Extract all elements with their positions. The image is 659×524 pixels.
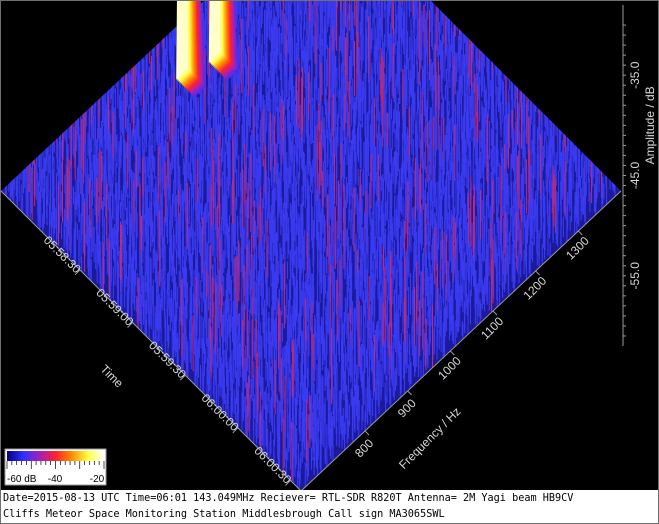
- spectrogram-window: 05:58:30 05:59:00 05:59:30 06:00:00 06:00:30…: [0, 0, 659, 524]
- noise-floor: [1, 1, 621, 490]
- color-scale-label: -60 dB: [7, 474, 37, 485]
- color-scale-label: -40: [48, 474, 63, 485]
- frequency-tick: [407, 390, 413, 396]
- amplitude-tick-label: -55.0: [628, 262, 642, 290]
- spectrogram-plot: 05:58:30 05:59:00 05:59:30 06:00:00 06:00:30…: [1, 1, 658, 490]
- amplitude-axis-title: Amplitude / dB: [643, 86, 657, 164]
- caption: Date=2015-08-13 UTC Time=06:01 143.049MH…: [3, 491, 658, 523]
- amplitude-tick-label: -45.0: [628, 162, 642, 190]
- meteor-slice: [208, 1, 221, 63]
- waterfall-chart: 05:58:3005:59:0005:59:3006:00:0006:00:30…: [1, 1, 657, 490]
- caption-line-1: Date=2015-08-13 UTC Time=06:01 143.049MH…: [3, 493, 574, 504]
- color-scale-label: -20: [90, 474, 105, 485]
- caption-line-2: Cliffs Meteor Space Monitoring Station M…: [3, 509, 445, 520]
- amplitude-tick-label: -35.0: [628, 61, 642, 89]
- color-scale: -60 dB -40 -20: [4, 448, 107, 486]
- time-axis-title: Time: [98, 362, 127, 391]
- color-scale-bar: [7, 451, 104, 461]
- frequency-tick: [364, 430, 370, 436]
- meteor-slice: [176, 1, 188, 80]
